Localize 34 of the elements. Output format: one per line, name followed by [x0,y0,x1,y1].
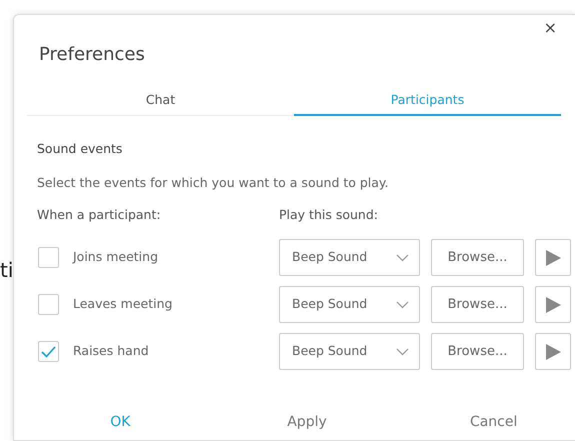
event-label: Joins meeting [73,248,160,266]
play-icon [546,344,560,360]
column-header: When a participant: [37,206,162,224]
dialog-title: Preferences [39,43,146,67]
dialog-button[interactable]: Apply [281,410,333,435]
browse-button[interactable]: Browse... [431,239,524,276]
column-header: Play this sound: [279,206,378,224]
sound-dropdown[interactable]: Beep Sound [279,239,420,276]
checkbox[interactable] [38,341,59,362]
chevron-down-icon [396,300,409,308]
play-button[interactable] [535,286,571,323]
checkmark-icon [41,346,56,358]
section-title: Sound events [37,140,124,158]
play-icon [546,296,560,312]
dialog-button[interactable]: Cancel [464,410,524,435]
browse-button[interactable]: Browse... [431,333,524,370]
play-button[interactable] [535,239,571,276]
checkbox[interactable] [38,247,59,268]
checkbox[interactable] [38,294,59,315]
event-label: Leaves meeting [73,295,174,314]
dialog-button[interactable]: OK [104,410,136,435]
play-button[interactable] [535,333,571,370]
background-text: ti [0,258,14,282]
close-button[interactable]: × [542,19,559,37]
chevron-down-icon [396,348,409,356]
tab[interactable]: Chat [27,91,294,116]
browse-button[interactable]: Browse... [431,286,524,323]
tab[interactable]: Participants [294,91,561,116]
sound-dropdown[interactable]: Beep Sound [279,286,420,323]
sound-dropdown[interactable]: Beep Sound [279,333,420,370]
description-text: Select the events for which you want to a sound to play. [37,174,390,192]
chevron-down-icon [396,254,409,262]
play-icon [546,250,560,266]
event-label: Raises hand [73,342,150,360]
